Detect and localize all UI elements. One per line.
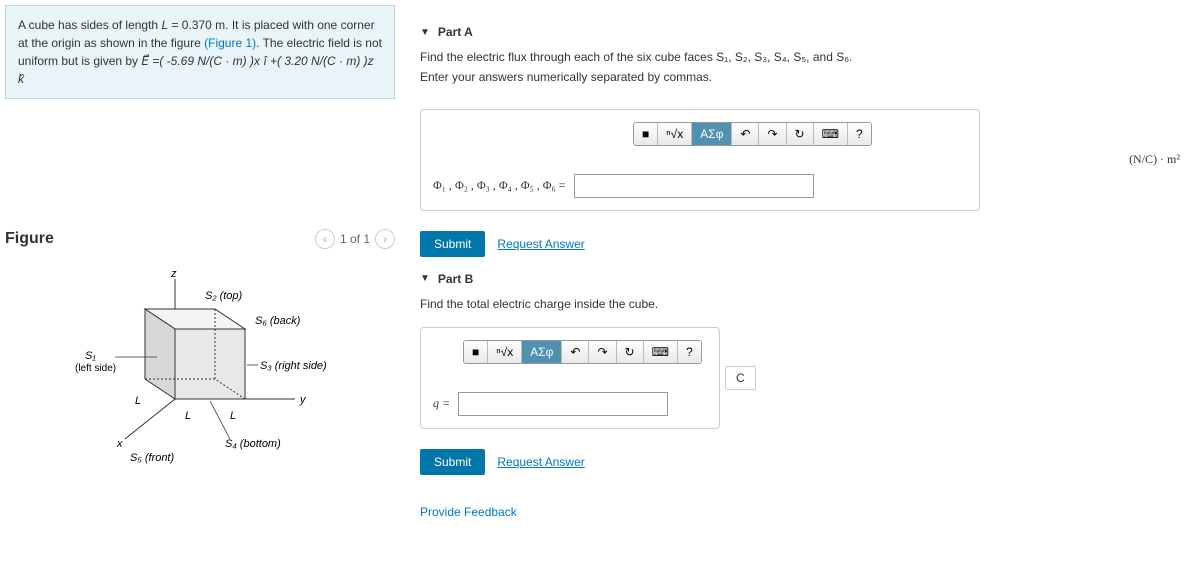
keyboard-button[interactable]: ⌨	[814, 123, 848, 145]
figure-counter: 1 of 1	[340, 232, 370, 246]
length-var: L	[161, 18, 168, 32]
part-b-request-answer-link[interactable]: Request Answer	[497, 455, 584, 469]
figure-title: Figure	[5, 230, 54, 248]
part-b-input[interactable]	[458, 392, 668, 416]
figure-nav: ‹ 1 of 1 ›	[315, 229, 395, 249]
part-b-unit: C	[725, 366, 756, 390]
part-a-request-answer-link[interactable]: Request Answer	[497, 237, 584, 251]
part-b-title: Part B	[438, 272, 473, 286]
L-label-2: L	[185, 410, 191, 422]
help-button[interactable]: ?	[848, 123, 871, 145]
answer-toolbar-b: ■ ⁿ√x ΑΣφ ↶ ↷ ↻ ⌨ ?	[463, 340, 702, 364]
L-label-3: L	[230, 410, 236, 422]
s2-label: S₂ (top)	[205, 290, 243, 302]
s1-label: S₁	[85, 350, 96, 362]
keyboard-button[interactable]: ⌨	[644, 341, 678, 363]
sqrt-button[interactable]: ⁿ√x	[658, 123, 692, 145]
redo-button[interactable]: ↷	[589, 341, 616, 363]
figure-prev-button[interactable]: ‹	[315, 229, 335, 249]
sqrt-button[interactable]: ⁿ√x	[488, 341, 522, 363]
s6-label: S₆ (back)	[255, 315, 301, 327]
part-b-question: Find the total electric charge inside th…	[420, 296, 1180, 313]
undo-button[interactable]: ↶	[562, 341, 589, 363]
help-button[interactable]: ?	[678, 341, 701, 363]
reset-button[interactable]: ↻	[787, 123, 814, 145]
part-a-submit-button[interactable]: Submit	[420, 231, 485, 257]
problem-text: A cube has sides of length	[18, 18, 161, 32]
greek-button[interactable]: ΑΣφ	[522, 341, 562, 363]
template-button[interactable]: ■	[464, 341, 488, 363]
s5-label: S₅ (front)	[130, 452, 174, 464]
q-label: q =	[433, 396, 450, 411]
problem-statement: A cube has sides of length L = 0.370 m. …	[5, 5, 395, 99]
s3-label: S₃ (right side)	[260, 360, 327, 372]
cube-figure: y x z S₁ (left side) S₂ (top) S₆ (back) …	[75, 269, 395, 472]
axis-x-label: x	[116, 438, 123, 450]
collapse-icon: ▼	[420, 27, 430, 38]
undo-button[interactable]: ↶	[732, 123, 759, 145]
part-a-question: Find the electric flux through each of t…	[420, 49, 1180, 66]
collapse-icon: ▼	[420, 273, 430, 284]
template-button[interactable]: ■	[634, 123, 658, 145]
answer-toolbar-a: ■ ⁿ√x ΑΣφ ↶ ↷ ↻ ⌨ ?	[633, 122, 872, 146]
figure-ref-link[interactable]: (Figure 1)	[204, 36, 256, 50]
part-b-submit-button[interactable]: Submit	[420, 449, 485, 475]
part-a-instruction: Enter your answers numerically separated…	[420, 70, 1180, 84]
part-a-header[interactable]: ▼ Part A	[420, 25, 1180, 39]
L-label-1: L	[135, 395, 141, 407]
redo-button[interactable]: ↷	[759, 123, 786, 145]
axis-y-label: y	[299, 394, 307, 406]
flux-label: Φ₁ , Φ₂ , Φ₃ , Φ₄ , Φ₅ , Φ₆ =	[433, 178, 566, 193]
s4-label: S₄ (bottom)	[225, 438, 281, 450]
part-b-header[interactable]: ▼ Part B	[420, 272, 1180, 286]
s1-desc: (left side)	[75, 363, 116, 374]
greek-button[interactable]: ΑΣφ	[692, 123, 732, 145]
provide-feedback-link[interactable]: Provide Feedback	[420, 505, 517, 519]
axis-z-label: z	[170, 269, 177, 280]
part-a-input[interactable]	[574, 174, 814, 198]
figure-next-button[interactable]: ›	[375, 229, 395, 249]
reset-button[interactable]: ↻	[617, 341, 644, 363]
part-a-unit: (N/C) · m²	[1129, 152, 1180, 167]
part-a-title: Part A	[438, 25, 473, 39]
